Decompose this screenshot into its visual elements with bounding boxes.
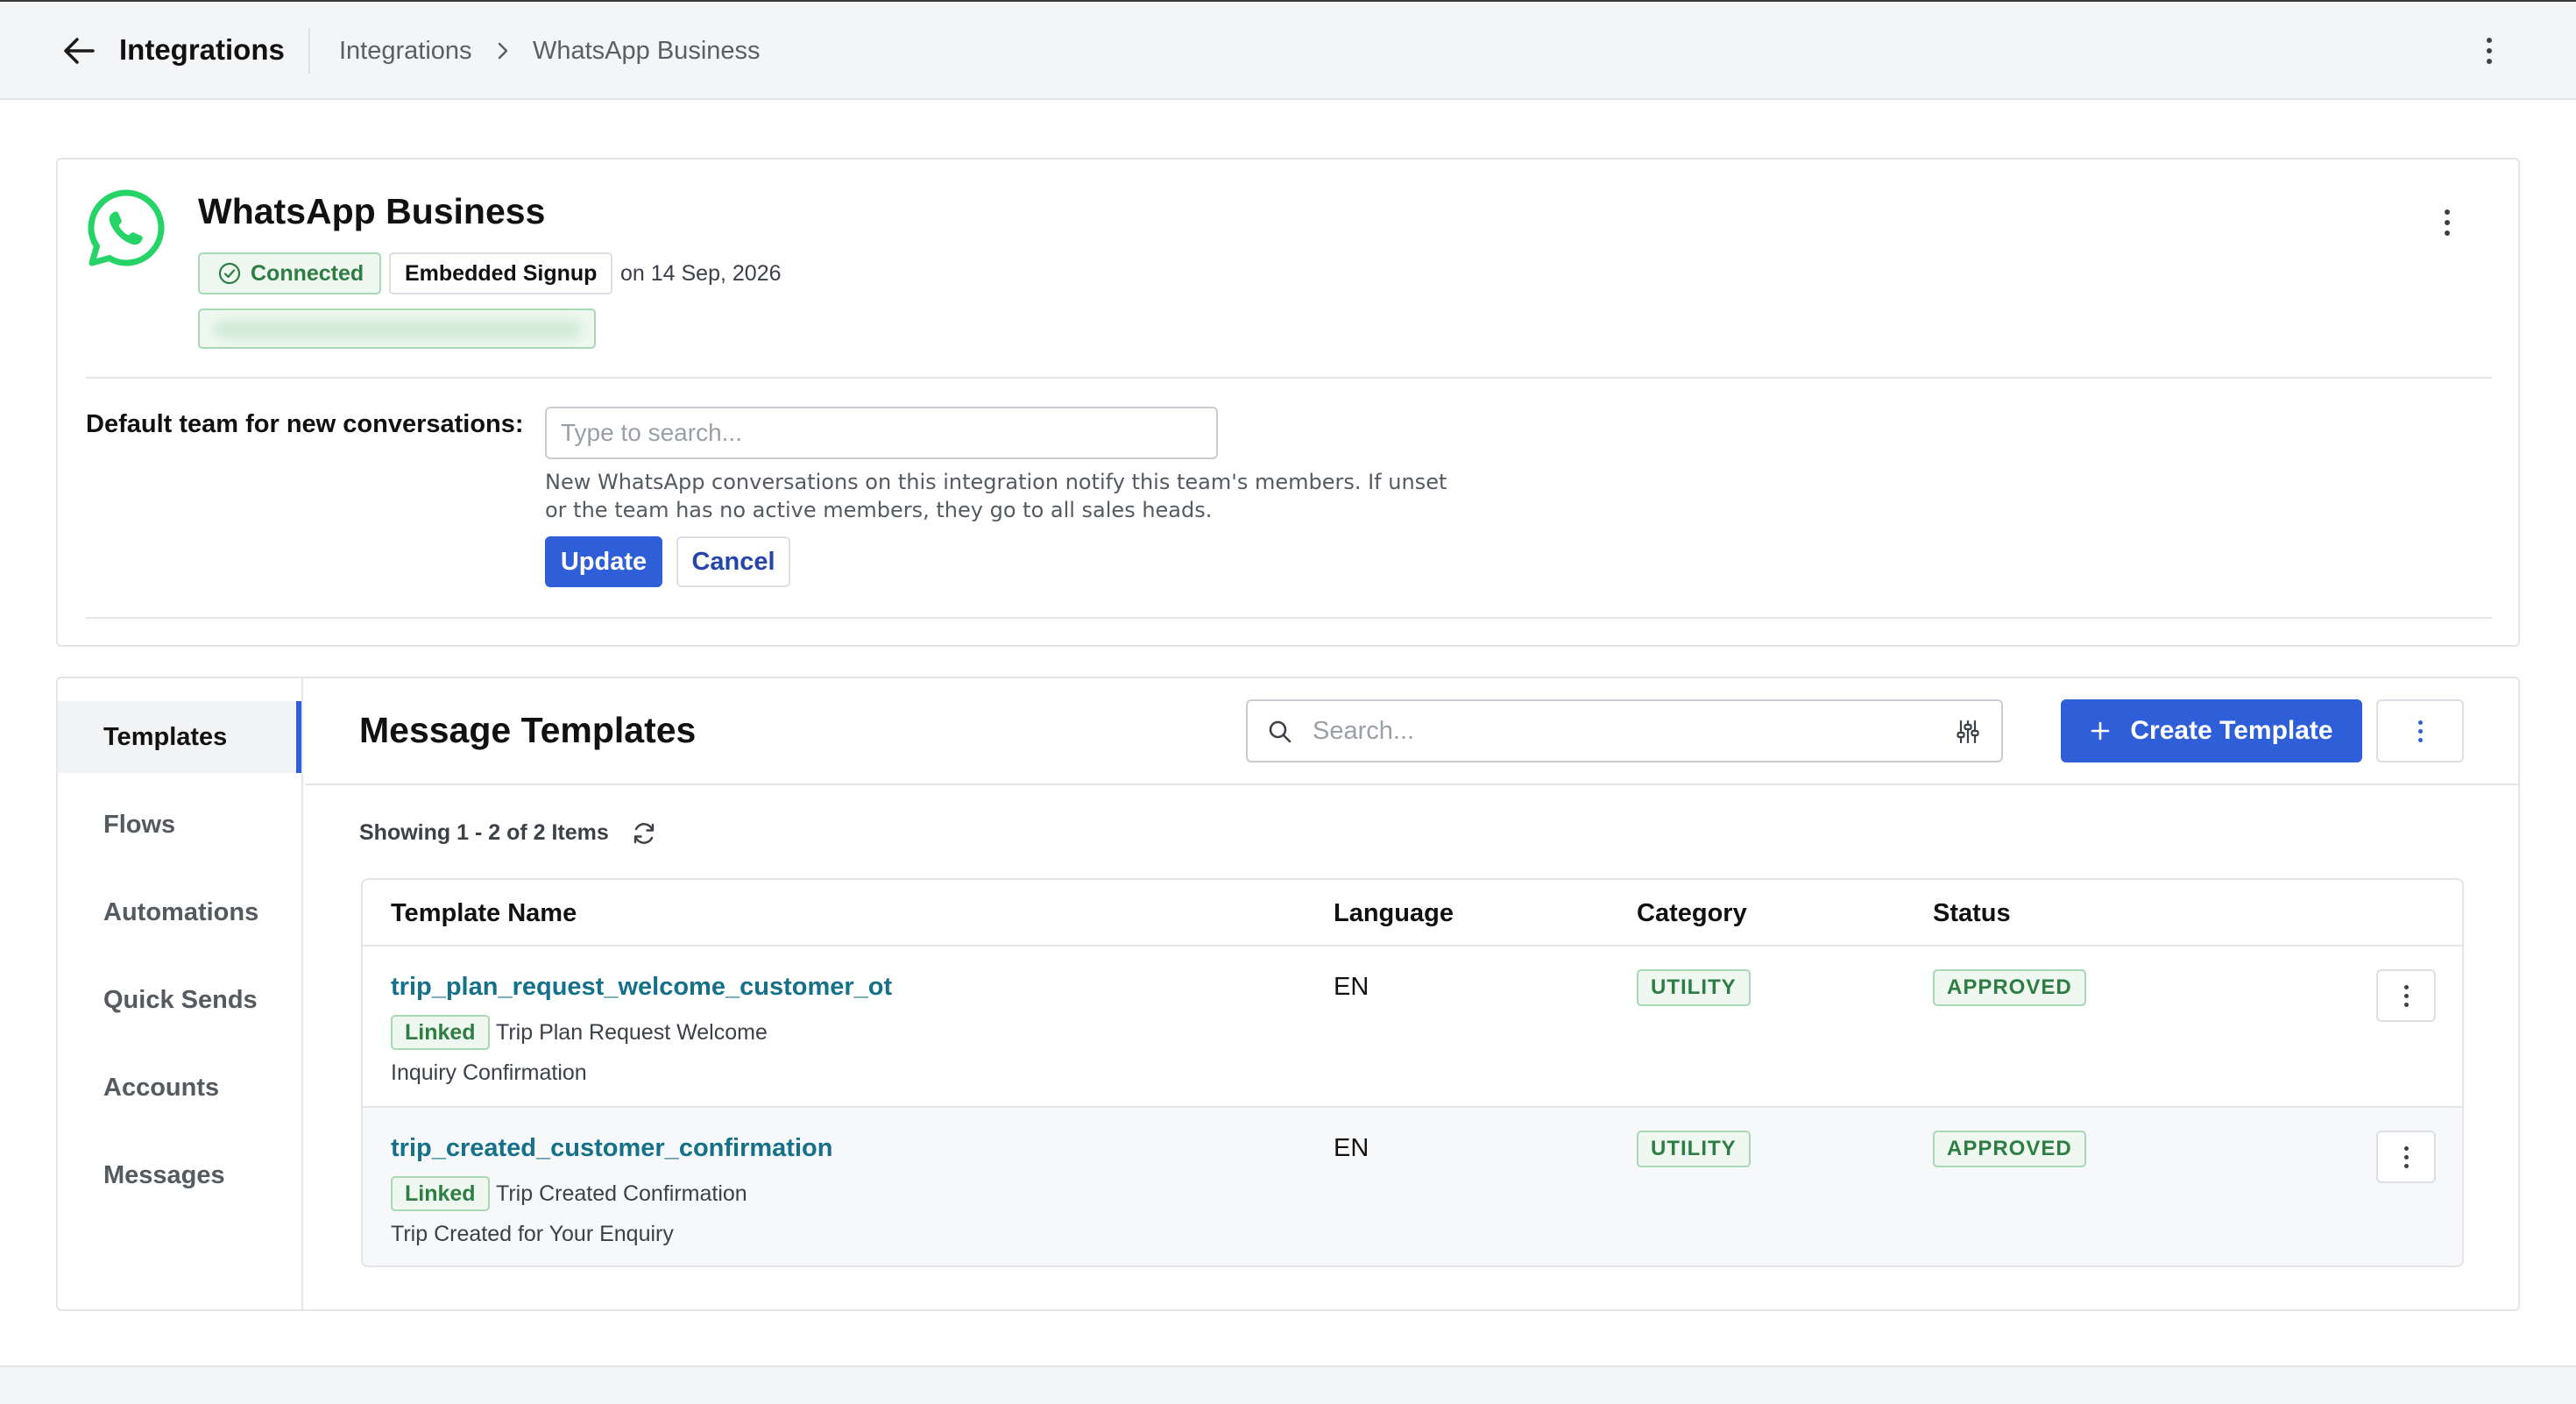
column-header-category: Category [1637,899,1747,927]
integration-name: WhatsApp Business [198,191,546,231]
top-bar: Integrations Integrations WhatsApp Busin… [0,2,2576,100]
cancel-button[interactable]: Cancel [676,536,790,587]
search-icon [1269,720,1292,743]
template-name-link[interactable]: trip_plan_request_welcome_customer_ot [391,973,892,1002]
connected-label: Connected [251,260,364,286]
table-header: Template Name Language Category Status [363,880,2462,947]
linked-description: Trip Plan Request Welcome [496,1020,768,1045]
linked-description: Inquiry Confirmation [391,1060,587,1085]
default-team-search-input[interactable] [545,407,1218,459]
breadcrumb-integrations[interactable]: Integrations [339,37,472,66]
kebab-icon [2378,701,2462,761]
nav-item-flows[interactable]: Flows [58,789,301,861]
row-menu-button[interactable] [2376,969,2436,1022]
whatsapp-logo-icon [88,189,165,266]
template-search-box[interactable] [1246,699,2003,762]
page-menu-kebab-icon[interactable] [2476,33,2502,68]
status-badge: APPROVED [1933,969,2086,1006]
row-menu-button[interactable] [2376,1131,2436,1183]
plus-icon [2091,721,2110,741]
nav-item-templates[interactable]: Templates [58,701,301,773]
nav-item-automations[interactable]: Automations [58,876,301,948]
nav-item-accounts[interactable]: Accounts [58,1052,301,1124]
breadcrumb-current: WhatsApp Business [533,37,761,65]
table-row: trip_plan_request_welcome_customer_ot Li… [363,947,2462,1108]
nav-item-quick-sends[interactable]: Quick Sends [58,964,301,1036]
table-row: trip_created_customer_confirmation Linke… [363,1108,2462,1266]
default-team-help-text: New WhatsApp conversations on this integ… [545,470,1447,522]
column-header-status: Status [1933,899,2011,927]
nav-item-messages[interactable]: Messages [58,1139,301,1211]
check-circle-icon [218,262,241,285]
create-template-label: Create Template [2130,716,2333,745]
column-header-language: Language [1334,899,1454,927]
signup-type-badge: Embedded Signup [389,252,613,294]
section-title: Message Templates [359,710,697,750]
result-count: Showing 1 - 2 of 2 Items [359,820,609,845]
create-template-button[interactable]: Create Template [2061,699,2362,762]
divider [305,784,2518,785]
status-badge: APPROVED [1933,1131,2086,1167]
linked-description: Trip Created for Your Enquiry [391,1222,674,1246]
integration-menu-kebab-icon[interactable] [2434,205,2460,240]
footer-band [0,1365,2576,1404]
default-team-label: Default team for new conversations: [86,410,524,438]
templates-panel: Templates Flows Automations Quick Sends … [56,677,2520,1311]
category-badge: UTILITY [1637,1131,1751,1167]
template-name-link[interactable]: trip_created_customer_confirmation [391,1134,832,1163]
update-button[interactable]: Update [545,536,662,587]
page-title: Integrations [119,33,285,66]
signup-date: on 14 Sep, 2026 [620,261,782,286]
linked-badge: Linked [391,1176,490,1211]
divider [308,28,310,74]
linked-description: Trip Created Confirmation [496,1181,747,1206]
kebab-icon [2378,1132,2434,1181]
redacted-account-chip [198,308,596,349]
arrow-left-icon[interactable] [61,35,96,67]
template-search-input[interactable] [1313,710,1926,752]
connected-badge: Connected [198,252,382,294]
chevron-right-icon [498,42,508,60]
integration-card: WhatsApp Business Connected Embedded Sig… [56,158,2520,647]
templates-table: Template Name Language Category Status t… [361,878,2464,1267]
template-language: EN [1334,1134,1369,1162]
section-nav: Templates Flows Automations Quick Sends … [58,678,303,1309]
column-header-template-name: Template Name [391,899,577,927]
kebab-icon [2378,971,2434,1020]
divider [86,377,2492,379]
sliders-icon[interactable] [1956,719,1980,745]
divider [86,617,2492,619]
refresh-icon[interactable] [631,820,657,847]
category-badge: UTILITY [1637,969,1751,1006]
templates-more-button[interactable] [2376,699,2464,762]
linked-badge: Linked [391,1015,490,1050]
template-language: EN [1334,973,1369,1001]
